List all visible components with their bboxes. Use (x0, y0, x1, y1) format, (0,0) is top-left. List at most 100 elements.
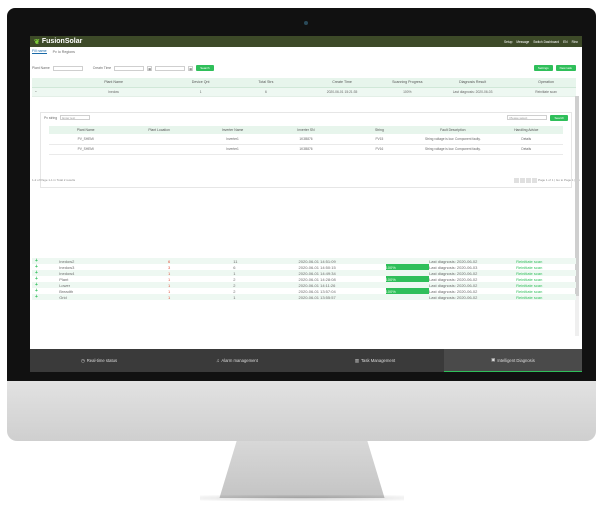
start-date-input[interactable] (114, 65, 145, 71)
cell-result: Last diagnosis: 2020-06-02 (429, 294, 517, 300)
calendar-icon[interactable]: ▦ (188, 65, 194, 71)
cell-location (122, 134, 196, 145)
header-links: Setup Message Switch Dashboard EN Rinx (504, 40, 578, 44)
header-link-message[interactable]: Message (516, 40, 529, 44)
end-date-input[interactable] (155, 65, 186, 71)
cell-strings: 1 (233, 294, 299, 300)
cell-device: 1 (168, 294, 234, 300)
nav-alarm-management[interactable]: ♫ Alarm management (168, 349, 306, 372)
column-header: Create Time (298, 78, 386, 88)
nav-label: Intelligent Diagnosis (497, 357, 535, 363)
column-header: Operation (516, 78, 576, 88)
header-link-setup[interactable]: Setup (504, 40, 512, 44)
cell-result: Last diagnosis: 2020-06-03 (429, 87, 517, 97)
screen: ❦ FusionSolar Setup Message Switch Dashb… (30, 36, 582, 372)
calendar-icon[interactable]: ▦ (147, 65, 153, 71)
leaf-logo-icon: ❦ (34, 38, 40, 46)
new-task-button[interactable]: New task (555, 65, 576, 71)
top-bar: ❦ FusionSolar Setup Message Switch Dashb… (30, 36, 582, 47)
stand-shadow (200, 495, 404, 501)
column-header: Scanning Progress (385, 78, 430, 88)
column-header: Plant Location (122, 126, 196, 134)
column-header: Device Qnt (168, 78, 234, 88)
plant-name-label: Plant Name (32, 66, 50, 70)
column-header: Diagnosis Result (429, 78, 517, 88)
table-row: PV_SHEMI Inverter1 1K3B876 PV16 String v… (49, 144, 563, 155)
table-row: PV_SHEMI Inverter1 1K3B876 PV15 String v… (49, 134, 563, 145)
header-link-user[interactable]: Rinx (572, 40, 578, 44)
tab-pv-regions[interactable]: Pv Io Regions (53, 50, 75, 54)
filter-bar: Plant Name Creatn Time ▦ ▦ Search Settin… (32, 64, 576, 72)
header-link-dashboard[interactable]: Switch Dashboard (533, 40, 559, 44)
column-header: Total Strs (233, 78, 299, 88)
main-table: Plant Name Device Qnt Total Strs Create … (32, 78, 576, 97)
cell-inverter: Inverter1 (195, 134, 270, 145)
pager-goto[interactable]: Page 1 of 1 | Go to Page 1 | Go (538, 178, 580, 182)
column-header: Handling Advice (489, 126, 563, 134)
table-row[interactable]: + Grid 1 1 2020-06-01 13:55:57 100% Last diagn… (32, 294, 576, 300)
bell-icon: ♫ (216, 358, 220, 363)
expand-icon[interactable]: + (32, 294, 60, 300)
nav-label: Alarm management (221, 358, 258, 363)
pv-string-input[interactable]: Enter text (60, 115, 91, 120)
first-page-icon[interactable] (514, 177, 520, 183)
details-link[interactable]: Details (489, 144, 563, 155)
monitor-stand (219, 441, 385, 498)
progress-cell: 100% (385, 87, 430, 97)
reinitiate-link[interactable]: Reinitiate scan (516, 294, 576, 300)
table-row[interactable]: − Inedow 1 6 2020-06-01 15:21:35 100% La… (32, 87, 576, 97)
last-page-icon[interactable] (532, 177, 538, 183)
diagnosis-icon: ▣ (491, 357, 496, 362)
column-header: Fault Description (416, 126, 490, 134)
webcam-icon (304, 21, 308, 25)
nav-intelligent-diagnosis[interactable]: ▣ Intelligent Diagnosis (444, 349, 582, 372)
cell-fault: String voltage is low. Component faulty. (416, 144, 490, 155)
pv-string-label: Pv string (44, 115, 58, 120)
chart-icon: ▥ (354, 357, 359, 363)
brand: ❦ FusionSolar (34, 38, 82, 46)
nav-task-management[interactable]: ▥ Task Management (306, 349, 444, 372)
cell-string: PV16 (342, 144, 417, 155)
column-header: Inverter Name (195, 126, 270, 134)
cell-fault: String voltage is low. Component faulty. (416, 134, 490, 145)
details-link[interactable]: Details (489, 134, 563, 145)
prev-page-icon[interactable] (520, 177, 526, 183)
detail-table-header: Plant Name Plant Location Inverter Name … (49, 126, 563, 134)
cell-plant-name: Grid (59, 294, 168, 300)
create-time-label: Creatn Time (92, 66, 112, 70)
tab-fill-name[interactable]: Fill name (32, 49, 47, 54)
cell-string: PV15 (342, 134, 417, 145)
nav-realtime-status[interactable]: ◷ Real-time status (30, 349, 168, 372)
collapse-icon[interactable]: − (32, 87, 60, 97)
cell-time: 2020-06-01 15:21:35 (298, 87, 386, 97)
lower-table: + Inedow2 6 11 2020-06-01 14:51:09 100% Last d… (32, 258, 576, 300)
detail-table: Plant Name Plant Location Inverter Name … (41, 126, 571, 155)
cell-plant: PV_SHEMI (49, 134, 123, 145)
cell-plant-name: Inedow (59, 87, 168, 97)
settings-button[interactable]: Settings (533, 65, 553, 71)
column-header: Plant Name (49, 126, 123, 134)
main-table-header: Plant Name Device Qnt Total Strs Create … (32, 78, 576, 88)
detail-filter: Pv string Enter text Please select Searc… (41, 113, 571, 122)
tab-bar: Fill name Pv Io Regions (32, 48, 75, 55)
pager: 1-2 of Page 1-1 in Total 2 results Page … (32, 177, 580, 183)
cell-time: 2020-06-01 13:55:57 (298, 294, 386, 300)
reinitiate-link[interactable]: Reinitiate scan (516, 87, 576, 97)
cell-sn: 1K3B876 (269, 144, 343, 155)
plant-name-input[interactable] (52, 65, 83, 71)
cell-plant: PV_SHEMI (49, 144, 123, 155)
scrollbar[interactable] (575, 96, 579, 336)
header-link-language[interactable]: EN (563, 40, 567, 44)
next-page-icon[interactable] (526, 177, 532, 183)
column-header: String (342, 126, 417, 134)
progress-cell: 100% (385, 294, 430, 300)
app-title: FusionSolar (41, 38, 83, 45)
cell-sn: 1K3B876 (269, 134, 343, 145)
cell-strings: 6 (233, 87, 299, 97)
bottom-nav: ◷ Real-time status ♫ Alarm management ▥ … (30, 349, 582, 372)
detail-search-button[interactable]: Search (550, 114, 568, 121)
search-button[interactable]: Search (196, 65, 214, 71)
nav-label: Real-time status (86, 358, 118, 363)
clock-icon: ◷ (80, 357, 85, 363)
status-select[interactable]: Please select (507, 115, 548, 120)
